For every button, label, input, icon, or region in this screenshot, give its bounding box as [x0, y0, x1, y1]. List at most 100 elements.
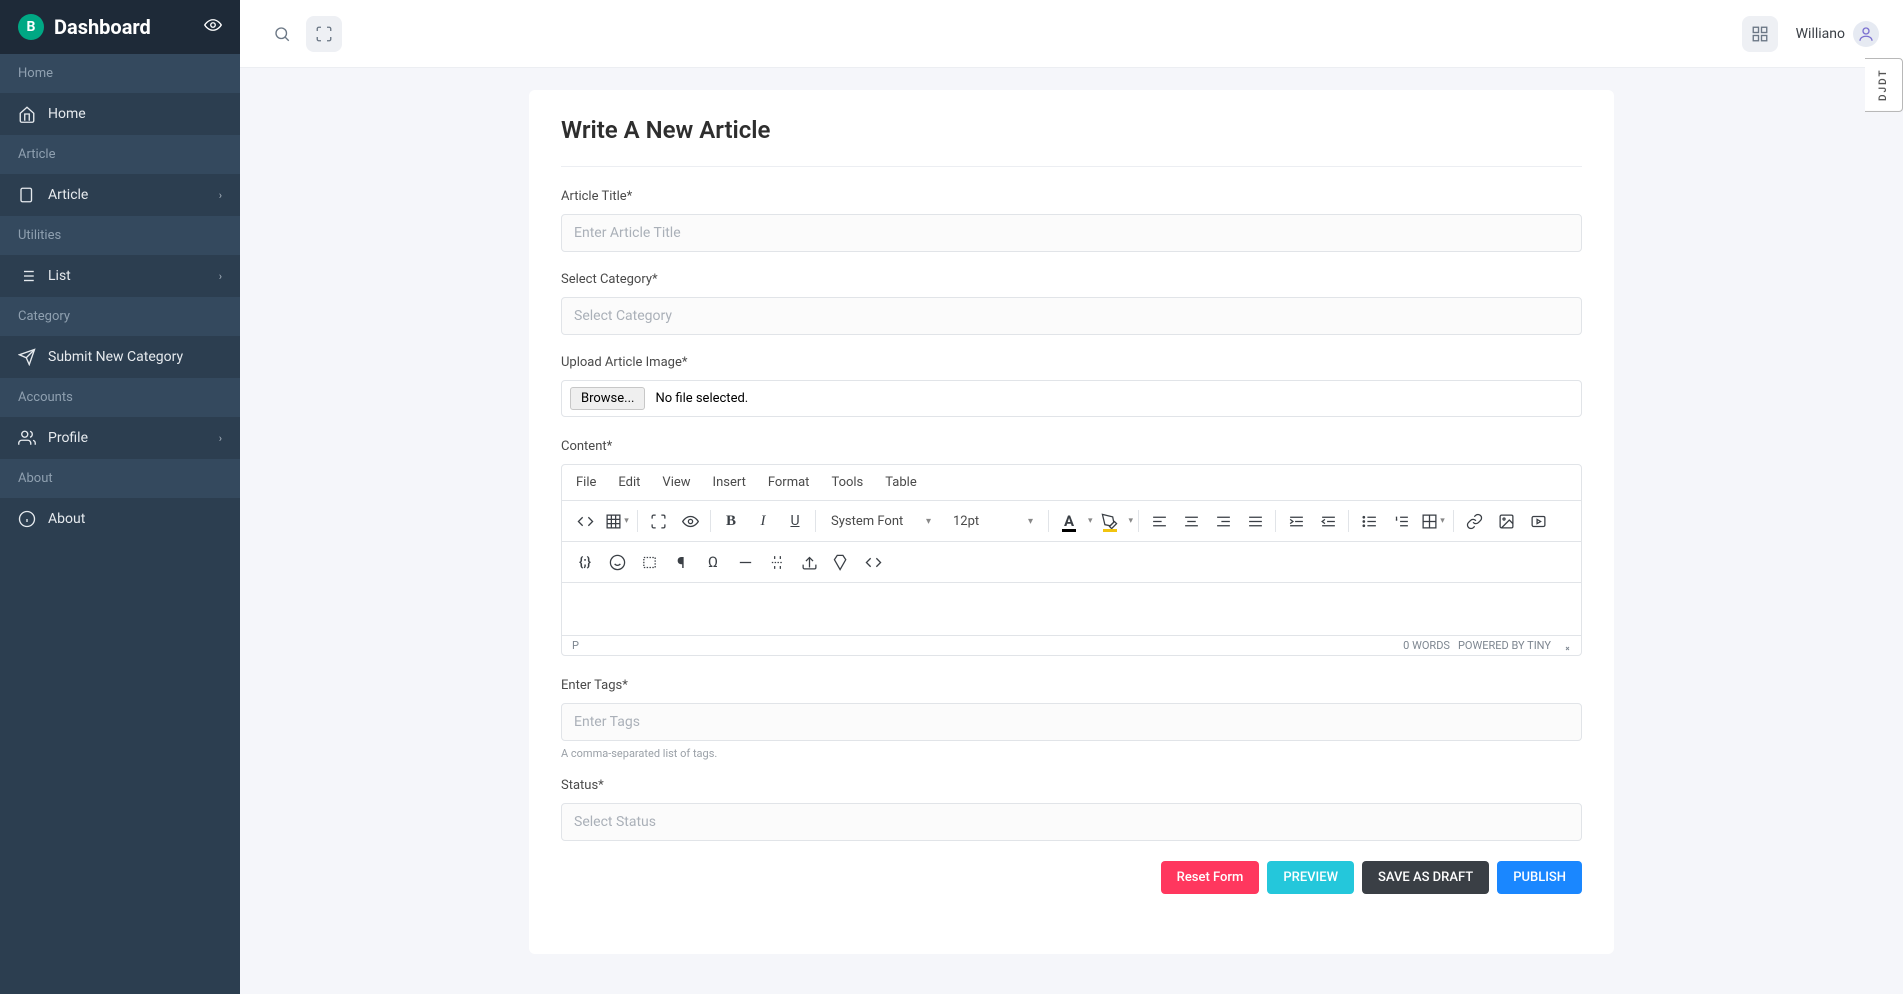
tags-input[interactable] [561, 703, 1582, 741]
publish-button[interactable]: PUBLISH [1497, 861, 1582, 894]
fullscreen-button[interactable] [306, 16, 342, 52]
pilcrow-icon[interactable]: ¶ [666, 547, 696, 577]
menu-file[interactable]: File [576, 475, 596, 490]
code-sample-icon[interactable]: {;} [570, 547, 600, 577]
outdent-icon[interactable] [1313, 506, 1343, 536]
nav-label: About [48, 511, 85, 527]
article-title-input[interactable] [561, 214, 1582, 252]
sidebar-item-home[interactable]: Home [0, 93, 240, 135]
nav-label: Submit New Category [48, 349, 183, 365]
media-icon[interactable] [1523, 506, 1553, 536]
status-select[interactable]: Select Status [561, 803, 1582, 841]
highlight-color-icon[interactable] [1095, 506, 1125, 536]
nav-label: Home [48, 106, 86, 122]
label-content: Content* [561, 439, 1582, 454]
menu-insert[interactable]: Insert [713, 475, 746, 490]
align-center-icon[interactable] [1176, 506, 1206, 536]
image-icon[interactable] [1491, 506, 1521, 536]
editor-toolbar-1: ▾ B I U System Font▾ 12pt▾ A ▾ ▾ [562, 501, 1581, 542]
nonbreaking-icon[interactable] [634, 547, 664, 577]
section-label-home: Home [0, 54, 240, 93]
link-icon[interactable] [1459, 506, 1489, 536]
table-icon[interactable]: ▾ [602, 506, 632, 536]
section-label-accounts: Accounts [0, 378, 240, 417]
list-icon [18, 267, 36, 285]
reset-button[interactable]: Reset Form [1161, 861, 1260, 894]
indent-icon[interactable] [1281, 506, 1311, 536]
django-debug-toolbar[interactable]: DJDT [1865, 58, 1903, 112]
logo-text: Dashboard [54, 15, 151, 39]
align-left-icon[interactable] [1144, 506, 1174, 536]
user-name: Williano [1796, 26, 1845, 42]
file-input-wrap: Browse... No file selected. [561, 380, 1582, 417]
menu-edit[interactable]: Edit [618, 475, 640, 490]
editor-footer: P 0 WORDS POWERED BY TINY [562, 635, 1581, 655]
editor-menu-bar: File Edit View Insert Format Tools Table [562, 465, 1581, 501]
main: Williano Write A New Article Article Tit… [240, 0, 1903, 994]
special-char-icon[interactable]: Ω [698, 547, 728, 577]
pagebreak-icon[interactable] [762, 547, 792, 577]
chevron-right-icon: › [219, 432, 222, 445]
menu-format[interactable]: Format [768, 475, 810, 490]
anchor-icon[interactable] [826, 547, 856, 577]
chevron-right-icon: › [219, 189, 222, 202]
menu-table[interactable]: Table [885, 475, 916, 490]
underline-icon[interactable]: U [780, 506, 810, 536]
bold-icon[interactable]: B [716, 506, 746, 536]
logo-badge: B [18, 14, 44, 40]
editor-content-area[interactable] [562, 583, 1581, 635]
text-color-caret[interactable]: ▾ [1088, 516, 1093, 526]
font-size-select[interactable]: 12pt▾ [943, 506, 1043, 536]
preview-eye-icon[interactable] [675, 506, 705, 536]
label-select-category: Select Category* [561, 272, 1582, 287]
menu-tools[interactable]: Tools [831, 475, 863, 490]
rich-text-editor: File Edit View Insert Format Tools Table… [561, 464, 1582, 656]
align-right-icon[interactable] [1208, 506, 1238, 536]
browse-button[interactable]: Browse... [570, 387, 645, 410]
section-label-about: About [0, 459, 240, 498]
number-list-icon[interactable] [1386, 506, 1416, 536]
avatar [1853, 21, 1879, 47]
nav-label: Article [48, 187, 88, 203]
editor-toolbar-2: {;} ¶ Ω [562, 542, 1581, 583]
label-enter-tags: Enter Tags* [561, 678, 1582, 693]
user-menu[interactable]: Williano [1796, 21, 1879, 47]
source-code-icon[interactable] [570, 506, 600, 536]
preview-button[interactable]: PREVIEW [1267, 861, 1354, 894]
apps-grid-button[interactable] [1742, 16, 1778, 52]
highlight-caret[interactable]: ▾ [1129, 516, 1134, 526]
sidebar-item-about[interactable]: About [0, 498, 240, 540]
menu-view[interactable]: View [662, 475, 690, 490]
powered-by: POWERED BY TINY [1458, 639, 1551, 652]
file-status-text: No file selected. [655, 391, 748, 406]
fullscreen-editor-icon[interactable] [643, 506, 673, 536]
font-family-select[interactable]: System Font▾ [821, 506, 941, 536]
sidebar-item-article[interactable]: Article › [0, 174, 240, 216]
align-justify-icon[interactable] [1240, 506, 1270, 536]
word-count: 0 WORDS [1403, 639, 1450, 652]
sidebar-item-list[interactable]: List › [0, 255, 240, 297]
hr-icon[interactable] [730, 547, 760, 577]
italic-icon[interactable]: I [748, 506, 778, 536]
sidebar-toggle-icon[interactable] [204, 16, 222, 38]
topbar: Williano [240, 0, 1903, 68]
bullet-list-icon[interactable] [1354, 506, 1384, 536]
emoji-icon[interactable] [602, 547, 632, 577]
sidebar-item-profile[interactable]: Profile › [0, 417, 240, 459]
send-icon [18, 348, 36, 366]
form-actions: Reset Form PREVIEW SAVE AS DRAFT PUBLISH [561, 861, 1582, 894]
sidebar-item-submit-category[interactable]: Submit New Category [0, 336, 240, 378]
upload-icon[interactable] [794, 547, 824, 577]
text-color-icon[interactable]: A [1054, 506, 1084, 536]
search-button[interactable] [264, 16, 300, 52]
save-draft-button[interactable]: SAVE AS DRAFT [1362, 861, 1489, 894]
code-icon[interactable] [858, 547, 888, 577]
tags-help-text: A comma-separated list of tags. [561, 747, 1582, 760]
table-insert-icon[interactable]: ▾ [1418, 506, 1448, 536]
category-select[interactable]: Select Category [561, 297, 1582, 335]
section-label-category: Category [0, 297, 240, 336]
article-form-card: Write A New Article Article Title* Selec… [529, 90, 1614, 954]
resize-handle-icon[interactable] [1559, 640, 1571, 652]
info-icon [18, 510, 36, 528]
label-status: Status* [561, 778, 1582, 793]
